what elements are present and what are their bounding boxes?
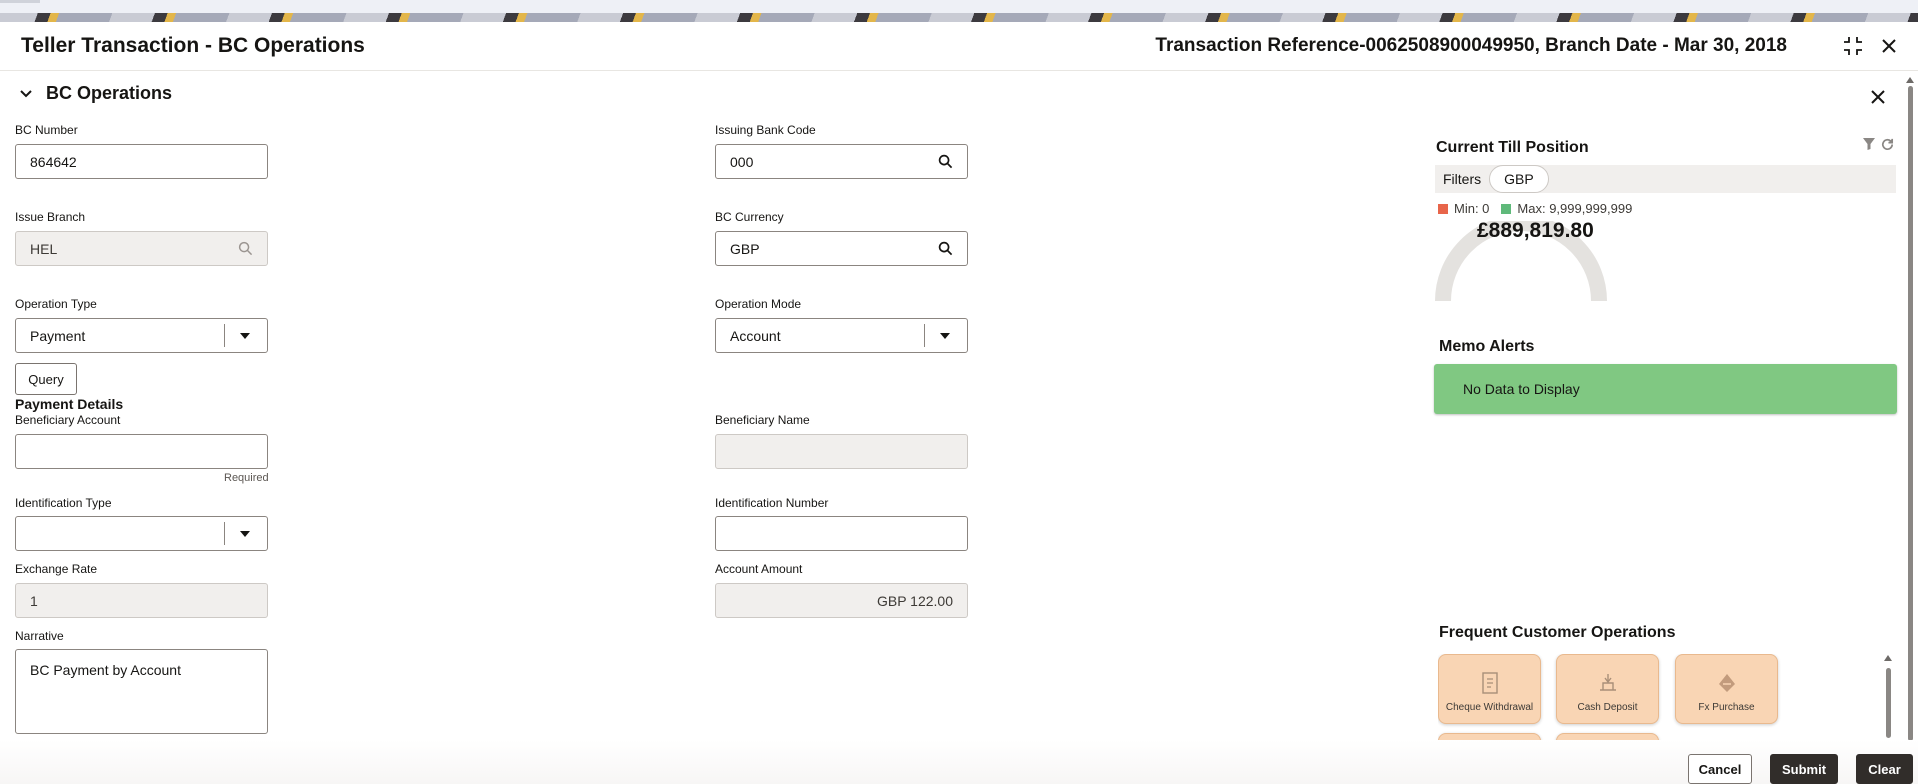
narrative-textarea[interactable]: BC Payment by Account	[15, 649, 268, 734]
fco-cheque-withdrawal[interactable]: Cheque Withdrawal	[1438, 654, 1541, 724]
section-title: BC Operations	[46, 82, 173, 103]
fco-title: Frequent Customer Operations	[1439, 624, 1676, 641]
identification-number-input[interactable]	[715, 516, 968, 551]
fco-label: Cheque Withdrawal	[1445, 702, 1534, 713]
bc-number-value: 864642	[30, 153, 77, 170]
search-icon[interactable]	[937, 154, 953, 170]
close-section-icon[interactable]	[1865, 84, 1891, 110]
exchange-rate-value: 1	[30, 592, 38, 609]
fco-grid: Cheque Withdrawal Cash Deposit Fx Purcha…	[1438, 654, 1878, 754]
fco-label: Cash Deposit	[1577, 702, 1638, 713]
min-swatch	[1438, 203, 1448, 214]
operation-mode-value: Account	[730, 327, 781, 344]
fco-label: Fx Purchase	[1698, 702, 1755, 713]
fco-scrollbar[interactable]	[1883, 654, 1893, 754]
cheque-icon	[1481, 672, 1498, 694]
refresh-icon[interactable]	[1880, 137, 1895, 152]
exchange-rate-input: 1	[15, 583, 268, 618]
narrative-label: Narrative	[15, 629, 64, 643]
bc-number-label: BC Number	[15, 123, 78, 137]
title-bar: Teller Transaction - BC Operations Trans…	[0, 22, 1918, 71]
operation-mode-select[interactable]: Account	[715, 318, 968, 353]
narrative-value: BC Payment by Account	[30, 662, 181, 678]
issuing-bank-code-label: Issuing Bank Code	[715, 123, 816, 137]
caret-down-icon[interactable]	[237, 328, 253, 344]
close-window-icon[interactable]	[1877, 34, 1901, 58]
issuing-bank-code-value: 000	[730, 153, 754, 170]
max-swatch	[1501, 203, 1512, 214]
bc-number-input[interactable]: 864642	[15, 144, 268, 179]
issuing-bank-code-input[interactable]: 000	[715, 144, 968, 179]
till-position-title: Current Till Position	[1436, 139, 1589, 156]
beneficiary-account-input[interactable]	[15, 434, 268, 469]
search-icon	[237, 241, 253, 257]
fx-purchase-icon	[1718, 674, 1735, 692]
fco-cash-deposit[interactable]: Cash Deposit	[1556, 654, 1659, 724]
till-toolbar	[1862, 137, 1895, 152]
payment-details-title: Payment Details	[15, 396, 124, 412]
filters-label: Filters	[1443, 171, 1482, 187]
search-icon[interactable]	[937, 241, 953, 257]
currency-filter-chip[interactable]: GBP	[1489, 165, 1549, 193]
account-amount-label: Account Amount	[715, 562, 803, 576]
min-label: Min: 0	[1454, 201, 1490, 216]
beneficiary-name-label: Beneficiary Name	[715, 413, 810, 427]
till-legend: Min: 0 Max: 9,999,999,999	[1438, 201, 1632, 216]
operation-mode-label: Operation Mode	[715, 297, 802, 311]
chevron-down-icon[interactable]	[16, 83, 36, 103]
footer-actions: Cancel Submit Clear	[0, 754, 1918, 784]
issue-branch-value: HEL	[30, 240, 58, 257]
exchange-rate-label: Exchange Rate	[15, 562, 98, 576]
bc-currency-label: BC Currency	[715, 210, 784, 224]
filters-bar: Filters GBP	[1435, 165, 1896, 193]
operation-type-value: Payment	[30, 327, 86, 344]
page-title: Teller Transaction - BC Operations	[21, 34, 365, 57]
account-amount-value: GBP 122.00	[876, 592, 953, 609]
max-label: Max: 9,999,999,999	[1517, 201, 1633, 216]
issue-branch-input: HEL	[15, 231, 268, 266]
operation-type-select[interactable]: Payment	[15, 318, 268, 353]
issue-branch-label: Issue Branch	[15, 210, 86, 224]
identification-number-label: Identification Number	[715, 496, 829, 510]
beneficiary-name-input	[715, 434, 968, 469]
transaction-reference: Transaction Reference-0062508900049950, …	[1155, 35, 1787, 56]
caret-down-icon[interactable]	[237, 526, 253, 542]
cancel-button[interactable]: Cancel	[1688, 754, 1752, 784]
bc-currency-input[interactable]: GBP	[715, 231, 968, 266]
query-button[interactable]: Query	[15, 363, 77, 395]
required-hint: Required	[224, 472, 269, 484]
cash-deposit-icon	[1599, 674, 1616, 691]
beneficiary-account-label: Beneficiary Account	[15, 413, 121, 427]
identification-type-label: Identification Type	[15, 496, 112, 510]
memo-alert-empty: No Data to Display	[1434, 364, 1897, 414]
minimize-icon[interactable]	[1841, 34, 1865, 58]
submit-button[interactable]: Submit	[1770, 754, 1838, 784]
identification-type-select[interactable]	[15, 516, 268, 551]
clear-button[interactable]: Clear	[1856, 754, 1913, 784]
account-amount-input: GBP 122.00	[715, 583, 968, 618]
section-header[interactable]: BC Operations	[16, 80, 172, 106]
memo-alerts-title: Memo Alerts	[1439, 338, 1535, 355]
browser-tab-strip	[0, 0, 1918, 22]
operation-type-label: Operation Type	[15, 297, 97, 311]
main-scrollbar[interactable]	[1905, 76, 1915, 758]
bc-currency-value: GBP	[730, 240, 760, 257]
till-amount: £889,819.80	[1477, 219, 1594, 242]
filter-icon[interactable]	[1862, 137, 1876, 151]
caret-down-icon[interactable]	[937, 328, 953, 344]
fco-fx-purchase[interactable]: Fx Purchase	[1675, 654, 1778, 724]
